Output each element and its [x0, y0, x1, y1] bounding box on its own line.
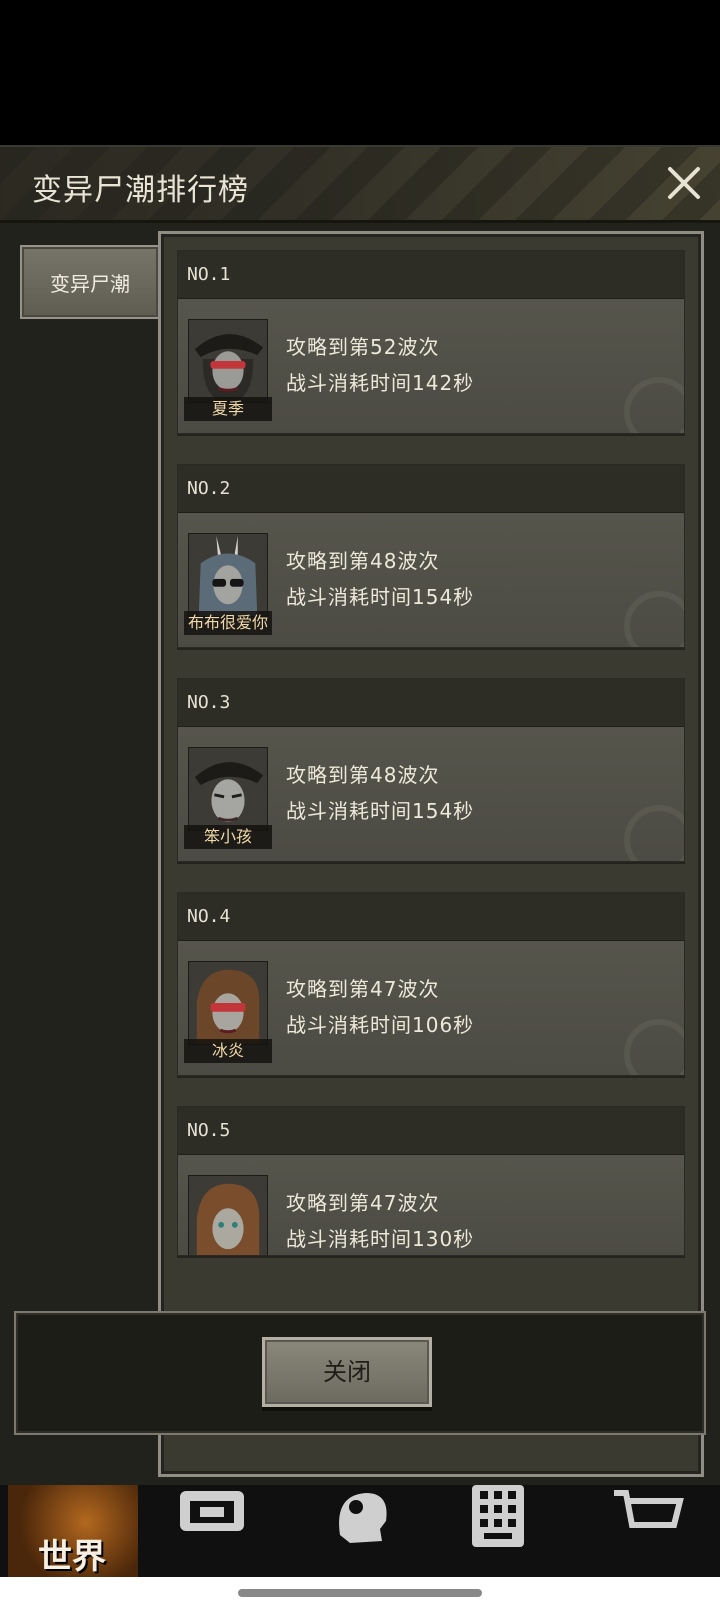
pirate-hat-male-avatar-icon [188, 747, 268, 831]
close-icon[interactable] [662, 161, 706, 205]
battle-time-text: 战斗消耗时间106秒 [286, 1013, 475, 1037]
tab-mutant-horde[interactable]: 变异尸潮 [20, 245, 160, 319]
calculator-icon[interactable] [458, 1485, 538, 1555]
rank-body: 布布很爱你 攻略到第48波次 战斗消耗时间154秒 [178, 513, 684, 647]
player-name: 夏季 [184, 397, 272, 421]
rank-card: NO.3 笨小孩 攻略到第48波次 战斗消耗时间154秒 [177, 678, 685, 862]
wave-text: 攻略到第48波次 [286, 549, 440, 573]
wave-text: 攻略到第47波次 [286, 1191, 440, 1215]
bottom-nav: 世界 [0, 1485, 720, 1577]
brown-hair-goggles-avatar-icon [188, 961, 268, 1045]
close-button[interactable]: 关闭 [262, 1337, 432, 1407]
radiation-watermark-icon [624, 1019, 684, 1075]
player-avatar[interactable]: 布布很爱你 [184, 533, 272, 635]
rank-number: NO.1 [178, 251, 684, 299]
rank-card: NO.1 夏季 攻略到第52波次 战斗消耗时间142秒 [177, 250, 685, 434]
tab-label: 变异尸潮 [50, 271, 130, 296]
wave-text: 攻略到第47波次 [286, 977, 440, 1001]
battle-time-text: 战斗消耗时间142秒 [286, 371, 475, 395]
modal-header: 变异尸潮排行榜 [0, 147, 720, 223]
radiation-watermark-icon [624, 805, 684, 861]
player-name: 冰炎 [184, 1039, 272, 1063]
rank-list[interactable]: NO.1 夏季 攻略到第52波次 战斗消耗时间142秒 NO.2 布布很爱你 攻… [158, 231, 704, 1477]
home-indicator[interactable] [238, 1589, 482, 1597]
battle-time-text: 战斗消耗时间130秒 [286, 1227, 475, 1251]
brown-hair-female-avatar-icon [188, 1175, 268, 1255]
leaderboard-modal: 变异尸潮排行榜 变异尸潮 NO.1 夏季 攻略到第52波次 战斗消耗时间142秒… [0, 145, 720, 1485]
rank-number: NO.5 [178, 1107, 684, 1155]
rank-number: NO.3 [178, 679, 684, 727]
modal-footer: 关闭 [14, 1311, 706, 1435]
rank-body: 冰炎 攻略到第47波次 战斗消耗时间106秒 [178, 941, 684, 1075]
nav-world[interactable]: 世界 [8, 1485, 138, 1577]
nav-world-label: 世界 [38, 1537, 106, 1577]
bunny-ears-avatar-icon [188, 533, 268, 617]
status-bar-area [0, 0, 720, 145]
rank-card: NO.2 布布很爱你 攻略到第48波次 战斗消耗时间154秒 [177, 464, 685, 648]
modal-title: 变异尸潮排行榜 [32, 173, 249, 208]
shopping-cart-icon[interactable] [610, 1485, 690, 1555]
rank-body: 笨小孩 攻略到第48波次 战斗消耗时间154秒 [178, 727, 684, 861]
rank-number: NO.2 [178, 465, 684, 513]
player-avatar[interactable]: 笨小孩 [184, 747, 272, 849]
backpack-icon[interactable] [172, 1485, 252, 1555]
battle-time-text: 战斗消耗时间154秒 [286, 585, 475, 609]
radiation-watermark-icon [624, 377, 684, 433]
rank-card: NO.4 冰炎 攻略到第47波次 战斗消耗时间106秒 [177, 892, 685, 1076]
rank-card: NO.5 攻略到第47波次 战斗消耗时间130秒 [177, 1106, 685, 1256]
player-name: 笨小孩 [184, 825, 272, 849]
system-nav-area [0, 1577, 720, 1610]
battle-time-text: 战斗消耗时间154秒 [286, 799, 475, 823]
player-name: 布布很爱你 [184, 611, 272, 635]
wave-text: 攻略到第48波次 [286, 763, 440, 787]
wave-text: 攻略到第52波次 [286, 335, 440, 359]
player-avatar[interactable]: 冰炎 [184, 961, 272, 1063]
rank-body: 攻略到第47波次 战斗消耗时间130秒 [178, 1155, 684, 1255]
pirate-hat-avatar-icon [188, 319, 268, 403]
head-profile-icon[interactable] [320, 1485, 400, 1555]
rank-body: 夏季 攻略到第52波次 战斗消耗时间142秒 [178, 299, 684, 433]
rank-number: NO.4 [178, 893, 684, 941]
player-avatar[interactable] [186, 1175, 270, 1255]
radiation-watermark-icon [624, 591, 684, 647]
player-avatar[interactable]: 夏季 [184, 319, 272, 421]
